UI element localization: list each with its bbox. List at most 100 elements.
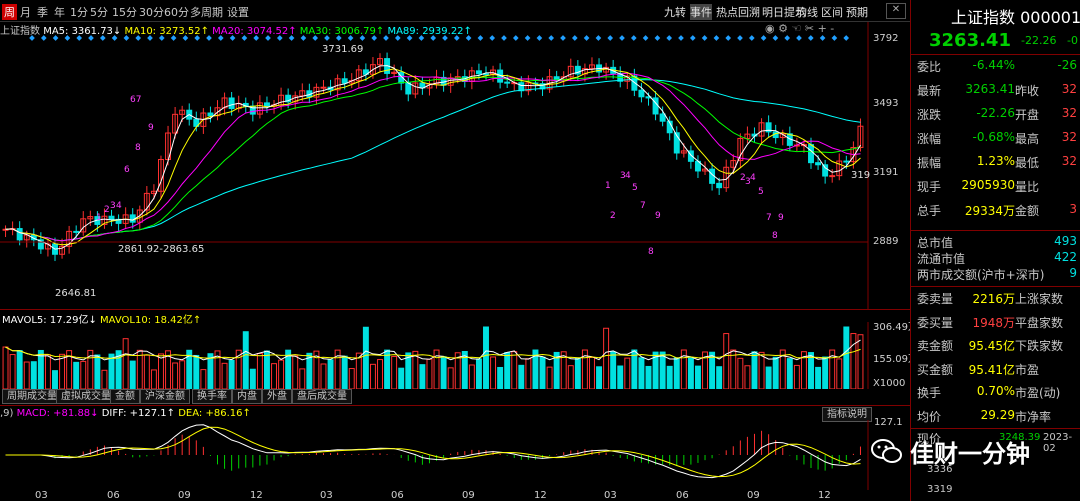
event-diamond — [241, 35, 248, 41]
event-diamond — [40, 35, 47, 41]
volume-bar — [391, 355, 398, 389]
period-15min[interactable]: 15分 — [112, 4, 137, 20]
period-quarter[interactable]: 季 — [37, 4, 48, 20]
period-multi[interactable]: 多周期 — [190, 4, 223, 20]
event-diamond — [512, 35, 519, 41]
period-5min[interactable]: 5分 — [90, 4, 108, 20]
period-week[interactable]: 周 — [2, 4, 17, 20]
jiuzhuan-button[interactable]: 九转 — [664, 4, 686, 20]
period-1min[interactable]: 1分 — [70, 4, 88, 20]
ma-button[interactable]: 均线 — [796, 4, 818, 20]
event-diamond — [560, 35, 566, 41]
range-button[interactable]: 区间 — [821, 4, 843, 20]
event-diamond — [64, 35, 71, 41]
period-month[interactable]: 月 — [20, 4, 31, 20]
tab-hs-amount[interactable]: 沪深金额 — [140, 389, 190, 404]
flow-row-value: 0.70% — [976, 384, 1015, 398]
volume-bar — [617, 365, 624, 389]
period-60min[interactable]: 60分 — [164, 4, 189, 20]
range-annotation: 2861.92-2863.65 — [118, 244, 205, 255]
indicator-tabs: 周期成交量 虚拟成交量 金额 沪深金额 换手率 内盘 外盘 盘后成交量 — [0, 389, 400, 405]
event-diamond — [359, 35, 366, 41]
volume-bar — [666, 365, 673, 389]
volume-bar — [228, 359, 235, 389]
x-tick: 12 — [250, 490, 263, 501]
event-diamond — [536, 35, 543, 41]
price-tick: 2889 — [873, 236, 899, 247]
settings-button[interactable]: 设置 — [227, 4, 249, 20]
event-diamond — [666, 35, 673, 41]
volume-bar — [596, 366, 603, 389]
flow-row-label2: 市盈(动) — [1015, 386, 1061, 400]
volume-bar — [419, 364, 426, 389]
flow-row-label2: 市净率 — [1015, 409, 1052, 424]
volume-bar — [645, 365, 652, 389]
event-diamond — [489, 35, 496, 41]
volume-bar — [624, 357, 631, 389]
volume-bar — [320, 363, 327, 389]
quote-row: 最新 3263.41 昨收 32 — [915, 82, 1080, 102]
candle-body — [843, 160, 850, 163]
volume-bar — [150, 369, 157, 389]
quote-row-label: 总手 — [917, 204, 942, 218]
volume-bar — [341, 355, 348, 389]
macd-chart[interactable] — [0, 420, 910, 490]
volume-chart[interactable] — [0, 322, 910, 389]
divider — [911, 54, 1080, 55]
count-label: 8 — [772, 231, 778, 241]
volume-bar — [30, 361, 37, 389]
forecast-button[interactable]: 预期 — [846, 4, 868, 20]
flow-row-value: 95.45亿 — [968, 339, 1015, 353]
events-button[interactable]: 事件 — [690, 4, 712, 20]
flow-row: 委买量 1948万 平盘家数 — [915, 314, 1080, 334]
tab-virtual-volume[interactable]: 虚拟成交量 — [56, 389, 116, 404]
volume-bar — [52, 370, 58, 389]
x-tick: 12 — [534, 490, 547, 501]
tab-amount[interactable]: 金额 — [110, 389, 140, 404]
volume-bar — [744, 365, 751, 389]
quote-row: 现手 2905930 量比 — [915, 178, 1080, 198]
price-tick: 3191 — [873, 167, 899, 178]
event-diamond — [442, 35, 448, 41]
tab-after-hours[interactable]: 盘后成交量 — [292, 389, 352, 404]
volume-bar — [80, 360, 87, 389]
event-diamond — [99, 35, 106, 41]
event-diamond — [394, 35, 401, 41]
tab-inner[interactable]: 内盘 — [232, 389, 262, 404]
x-tick: 03 — [35, 490, 48, 501]
event-diamond — [123, 35, 130, 41]
event-diamond — [630, 35, 637, 41]
event-diamond — [418, 35, 425, 41]
period-30min[interactable]: 30分 — [139, 4, 164, 20]
event-diamond — [158, 35, 165, 41]
period-year[interactable]: 年 — [54, 4, 65, 20]
quote-row-label2: 金额 — [1015, 204, 1040, 218]
price-tick: 3493 — [873, 98, 899, 109]
tab-outer[interactable]: 外盘 — [262, 389, 292, 404]
candle-body — [822, 164, 829, 177]
low-annotation: 2646.81 — [55, 288, 97, 299]
event-diamond — [182, 35, 189, 41]
macd-legend-item: DEA: +86.16↑ — [178, 408, 251, 419]
candle-body — [341, 78, 348, 84]
volume-bar — [483, 326, 489, 389]
volume-bar — [836, 358, 843, 389]
count-label: 4 — [750, 173, 756, 183]
event-diamond — [843, 35, 850, 41]
event-diamond — [501, 35, 507, 41]
volume-bar — [475, 358, 482, 389]
event-diamond — [406, 35, 413, 41]
event-diamond — [335, 35, 342, 41]
kline-chart[interactable]: 12 3 466789123 457892 3 45789 — [0, 22, 910, 310]
tab-period-volume[interactable]: 周期成交量 — [2, 389, 62, 404]
count-label: 2 — [104, 205, 110, 215]
quote-row-label: 振幅 — [917, 156, 942, 170]
hotspot-button[interactable]: 热点回溯 — [716, 4, 760, 20]
event-diamond — [383, 35, 389, 41]
volume-bar — [398, 367, 405, 389]
tab-turnover[interactable]: 换手率 — [192, 389, 232, 404]
flow-row: 卖金额 95.45亿 下跌家数 — [915, 337, 1080, 357]
price-tick: 3792 — [873, 33, 899, 44]
x-tick: 03 — [604, 490, 617, 501]
close-icon[interactable]: ✕ — [886, 3, 906, 19]
